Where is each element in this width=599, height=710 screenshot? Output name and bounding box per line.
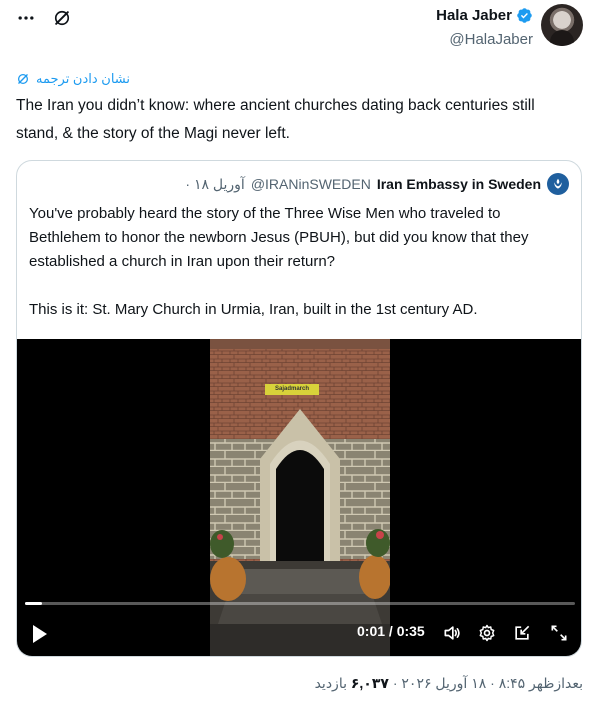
post: Hala Jaber @HalaJaber نشان دادن ترجمه Th… <box>0 0 599 710</box>
quote-handle: @IRANinSWEDEN <box>250 176 371 192</box>
grok-icon[interactable] <box>52 8 72 28</box>
video-frame: Sajadmarch <box>210 339 390 656</box>
fullscreen-icon[interactable] <box>548 622 570 644</box>
grok-icon <box>17 73 29 85</box>
author-handle[interactable]: @HalaJaber <box>436 31 533 48</box>
top-actions <box>16 8 72 28</box>
video-progress-bar[interactable] <box>25 602 575 605</box>
post-time[interactable]: بعدازظهر ۸:۴۵ <box>499 675 583 691</box>
views-label: بازدید <box>314 675 347 691</box>
settings-gear-icon[interactable] <box>476 622 498 644</box>
video-watermark: Sajadmarch <box>265 384 319 395</box>
quote-author-name: Iran Embassy in Sweden <box>376 176 541 192</box>
translate-label: نشان دادن ترجمه <box>36 71 130 86</box>
quote-date[interactable]: · آوریل ۱۸ <box>185 176 244 193</box>
more-icon[interactable] <box>16 8 36 28</box>
quote-text: You've probably heard the story of the T… <box>29 205 529 318</box>
play-icon[interactable] <box>31 624 49 649</box>
emblem-icon <box>554 178 562 189</box>
avatar[interactable] <box>541 4 583 46</box>
video-time: 0:01 / 0:35 <box>357 623 425 639</box>
verified-badge-icon <box>517 8 532 23</box>
post-date[interactable]: ۱۸ آوریل ۲۰۲۶ <box>401 675 486 691</box>
tweet-text: The Iran you didn’t know: where ancient … <box>16 97 535 142</box>
author-name-row: Hala Jaber <box>436 7 533 24</box>
author-display-name[interactable]: Hala Jaber <box>436 7 512 24</box>
volume-icon[interactable] <box>441 622 463 644</box>
popout-icon[interactable] <box>511 622 533 644</box>
post-meta: بعدازظهر ۸:۴۵ · ۱۸ آوریل ۲۰۲۶ · ۶,۰۳۷ با… <box>314 675 583 691</box>
video-progress-fill <box>25 602 42 605</box>
quote-avatar <box>547 173 569 195</box>
quote-header: · آوریل ۱۸ @IRANinSWEDEN Iran Embassy in… <box>185 173 569 195</box>
view-count: ۶,۰۳۷ <box>350 675 389 691</box>
video-player[interactable]: Sajadmarch 0:01 / 0:35 <box>17 339 581 656</box>
author-block: Hala Jaber @HalaJaber <box>436 7 533 48</box>
translate-link[interactable]: نشان دادن ترجمه <box>16 71 130 87</box>
quoted-tweet[interactable]: · آوریل ۱۸ @IRANinSWEDEN Iran Embassy in… <box>16 160 582 657</box>
